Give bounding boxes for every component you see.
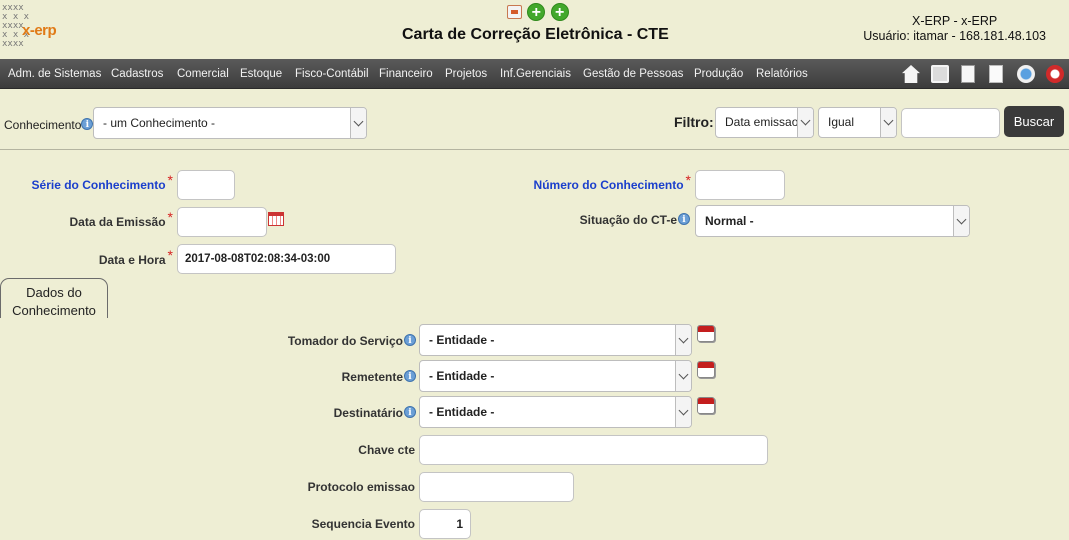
chevron-down-icon — [797, 108, 813, 137]
serie-label: Série do Conhecimento * — [31, 172, 173, 192]
filtro-label: Filtro: — [674, 114, 714, 130]
menu-item-producao[interactable]: Produção — [694, 68, 743, 80]
menu-item-inf-gerenciais[interactable]: Inf.Gerenciais — [500, 68, 571, 80]
protocolo-input[interactable] — [419, 472, 574, 502]
conhecimento-label: Conhecimento i — [4, 118, 94, 132]
conhecimento-select[interactable]: - um Conhecimento - — [93, 107, 367, 139]
menu-item-fisco-contabil[interactable]: Fisco-Contábil — [295, 68, 369, 80]
logo-text: x-erp — [22, 22, 57, 39]
info-icon: i — [678, 213, 690, 225]
destinatario-label: Destinatário i — [334, 406, 416, 420]
chevron-down-icon — [953, 206, 969, 236]
document-icon[interactable] — [989, 65, 1003, 83]
info-icon: i — [81, 118, 94, 130]
entity-card-icon[interactable] — [697, 325, 715, 342]
filter-field-select[interactable]: Data emissao — [715, 107, 814, 138]
chevron-down-icon — [675, 397, 691, 427]
chevron-down-icon — [350, 108, 366, 138]
chave-label: Chave cte — [358, 443, 415, 457]
menu-item-financeiro[interactable]: Financeiro — [379, 68, 433, 80]
page-title: Carta de Correção Eletrônica - CTE — [402, 26, 669, 43]
home-icon[interactable] — [902, 65, 920, 83]
filter-operator-select[interactable]: Igual — [818, 107, 897, 138]
menu-item-adm-sistemas[interactable]: Adm. de Sistemas — [8, 68, 101, 80]
data-hora-input[interactable]: 2017-08-08T02:08:34-03:00 — [177, 244, 396, 274]
situacao-label: Situação do CT-e i — [580, 213, 690, 227]
chevron-down-icon — [675, 361, 691, 391]
system-name: X-ERP - x-ERP — [912, 14, 998, 28]
menu-item-projetos[interactable]: Projetos — [445, 68, 487, 80]
entity-card-icon[interactable] — [697, 361, 715, 378]
destinatario-select[interactable]: - Entidade - — [419, 396, 692, 428]
add-icon[interactable]: + — [527, 3, 546, 21]
protocolo-label: Protocolo emissao — [307, 480, 415, 494]
divider — [0, 149, 1069, 150]
chevron-down-icon — [880, 108, 896, 137]
exit-icon[interactable] — [1046, 65, 1064, 83]
sequencia-input[interactable]: 1 — [419, 509, 471, 539]
header: xxxx x x x xxxx x x x xxxx x-erp + + Carta d… — [0, 0, 1069, 59]
tomador-label: Tomador do Serviço i — [288, 334, 416, 348]
calendar-icon[interactable] — [268, 212, 284, 226]
entity-card-icon[interactable] — [697, 397, 715, 414]
remetente-select[interactable]: - Entidade - — [419, 360, 692, 392]
print-icon[interactable] — [931, 65, 949, 83]
menu-bar: Adm. de Sistemas Cadastros Comercial Est… — [0, 59, 1069, 89]
menu-item-estoque[interactable]: Estoque — [240, 68, 282, 80]
menu-item-comercial[interactable]: Comercial — [177, 68, 229, 80]
logo: xxxx x x x xxxx x x x xxxx x-erp — [2, 4, 64, 56]
filter-row: Conhecimento i - um Conhecimento - Filtro… — [0, 104, 1069, 144]
buscar-button[interactable]: Buscar — [1004, 106, 1064, 137]
chevron-down-icon — [675, 325, 691, 355]
numero-label: Número do Conhecimento * — [533, 172, 691, 192]
sequencia-label: Sequencia Evento — [311, 517, 415, 531]
add-icon[interactable]: + — [550, 3, 569, 21]
serie-input[interactable] — [177, 170, 235, 200]
data-emissao-input[interactable] — [177, 207, 267, 237]
help-icon[interactable] — [1017, 65, 1035, 83]
menu-item-cadastros[interactable]: Cadastros — [111, 68, 163, 80]
info-icon: i — [404, 334, 416, 346]
tab-dados-conhecimento[interactable]: Dados do Conhecimento — [0, 278, 108, 318]
document-icon[interactable] — [507, 5, 522, 19]
header-actions: + + — [507, 3, 571, 21]
filter-search-input[interactable] — [901, 108, 1000, 138]
page-icon[interactable] — [961, 65, 975, 83]
user-info: X-ERP - x-ERP Usuário: itamar - 168.181.… — [863, 14, 1046, 44]
remetente-label: Remetente i — [342, 370, 416, 384]
info-icon: i — [404, 406, 416, 418]
info-icon: i — [404, 370, 416, 382]
menu-item-gestao-pessoas[interactable]: Gestão de Pessoas — [583, 68, 683, 80]
user-details: Usuário: itamar - 168.181.48.103 — [863, 29, 1046, 43]
menu-item-relatorios[interactable]: Relatórios — [756, 68, 808, 80]
numero-input[interactable] — [695, 170, 785, 200]
data-hora-label: Data e Hora * — [98, 247, 173, 267]
situacao-select[interactable]: Normal - — [695, 205, 970, 237]
tomador-select[interactable]: - Entidade - — [419, 324, 692, 356]
chave-input[interactable] — [419, 435, 768, 465]
data-emissao-label: Data da Emissão * — [69, 209, 174, 229]
